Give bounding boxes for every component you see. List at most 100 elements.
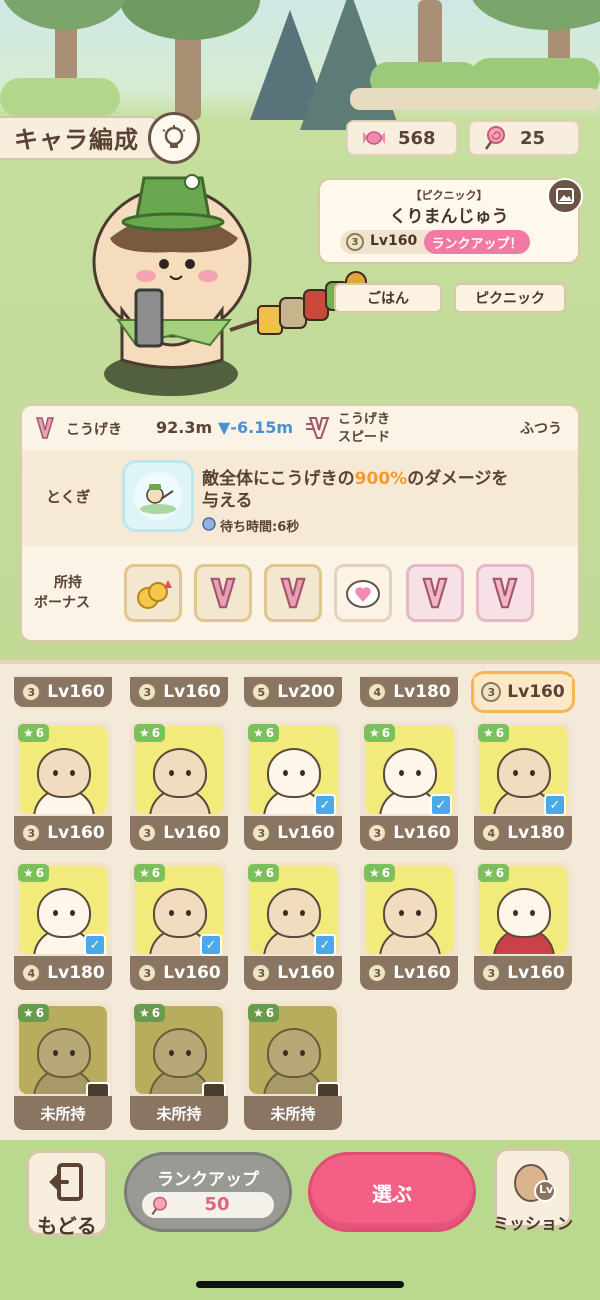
- bonus-attack-3[interactable]: [406, 564, 464, 622]
- checkmark-icon: ✓: [544, 794, 566, 816]
- character-card[interactable]: ★ 6 ✓ 4 Lv180: [14, 862, 112, 990]
- rank-badge: 3: [137, 963, 158, 983]
- card-level: Lv180: [47, 963, 105, 983]
- card-level: Lv180: [393, 682, 451, 702]
- back-label: もどる: [37, 1214, 97, 1238]
- star-icon: ★: [253, 726, 264, 740]
- character-card[interactable]: ★ 6 ✓ 3 Lv160: [360, 722, 458, 850]
- character-card[interactable]: 5 Lv200: [244, 674, 342, 710]
- star-rank: ★ 6: [248, 724, 280, 742]
- page-title: キャラ編成: [14, 126, 139, 154]
- star-rank: ★ 6: [364, 724, 396, 742]
- character-card[interactable]: 4 Lv180: [360, 674, 458, 710]
- skill-label: とくぎ: [46, 488, 91, 506]
- rank-badge: 3: [367, 823, 388, 843]
- card-status: 未所持: [40, 1104, 86, 1123]
- checkmark-icon: ✓: [314, 794, 336, 816]
- bonus-attack-1[interactable]: [194, 564, 252, 622]
- star-rank: ★ 6: [18, 864, 50, 882]
- character-card[interactable]: ★ 6 3 Lv160: [474, 862, 572, 990]
- bonus-heart[interactable]: [334, 564, 392, 622]
- rank-up-badge[interactable]: ランクアップ！: [424, 230, 530, 254]
- character-card[interactable]: 3 Lv160: [14, 674, 112, 710]
- photo-button[interactable]: [547, 178, 583, 214]
- bush: [0, 78, 120, 118]
- speed-icon: [306, 417, 330, 439]
- bonus-label-line1: 所持: [54, 575, 82, 591]
- card-level: Lv160: [47, 682, 105, 702]
- star-rank: ★ 6: [134, 724, 166, 742]
- character-card-locked[interactable]: ★ 6 未所持: [244, 1002, 342, 1130]
- card-level: Lv160: [507, 682, 565, 702]
- hint-button[interactable]: [148, 112, 200, 164]
- attack-bonus-icon: [422, 577, 448, 609]
- speed-label-line2: スピード: [338, 430, 391, 445]
- star-icon: ★: [23, 726, 34, 740]
- tag-gohan: ごはん: [334, 283, 442, 313]
- star-rank: ★ 6: [18, 724, 50, 742]
- lightbulb-icon: [162, 125, 186, 148]
- attack-label: こうげき: [66, 422, 122, 438]
- checkmark-icon: ✓: [314, 934, 336, 956]
- star-rank: ★ 6: [248, 1004, 280, 1022]
- tag-picnic: ピクニック: [454, 283, 566, 313]
- character-card-locked[interactable]: ★ 6 未所持: [130, 1002, 228, 1130]
- star-icon: ★: [139, 726, 150, 740]
- character-card[interactable]: ★ 6 3 Lv160: [14, 722, 112, 850]
- skill-illustration-icon: [134, 472, 182, 520]
- star-icon: ★: [139, 866, 150, 880]
- bonus-coin-up[interactable]: [124, 564, 182, 622]
- character-card[interactable]: ★ 6 ✓ 3 Lv160: [130, 862, 228, 990]
- lollipop-count: 25: [520, 127, 546, 149]
- attack-delta: ▼-6.15m: [218, 418, 294, 437]
- bonus-attack-2[interactable]: [264, 564, 322, 622]
- rank-badge: 3: [346, 233, 364, 251]
- star-icon: ★: [253, 1006, 264, 1020]
- candy-currency: 568: [346, 120, 458, 156]
- checkmark-icon: ✓: [430, 794, 452, 816]
- rank-badge: 4: [481, 823, 502, 843]
- hourglass-icon: [202, 517, 216, 531]
- attack-value: 92.3m: [156, 418, 213, 437]
- rank-badge: 4: [367, 682, 388, 702]
- checkmark-icon: ✓: [200, 934, 222, 956]
- character-card[interactable]: ★ 6 ✓ 3 Lv160: [244, 862, 342, 990]
- coin-up-icon: [137, 580, 172, 609]
- attack-bonus-icon: [492, 577, 518, 609]
- speed-value: ふつう: [520, 421, 562, 437]
- rank-badge: 3: [481, 963, 502, 983]
- mission-label: ミッション: [492, 1214, 573, 1233]
- rank-badge: 4: [21, 963, 42, 983]
- character-card[interactable]: ★ 6 ✓ 3 Lv160: [244, 722, 342, 850]
- stone-wall: [350, 88, 600, 110]
- star-icon: ★: [253, 866, 264, 880]
- rank-badge: 3: [251, 963, 272, 983]
- character-card-locked[interactable]: ★ 6 未所持: [14, 1002, 112, 1130]
- rank-badge: 3: [137, 682, 158, 702]
- card-level: Lv160: [393, 823, 451, 843]
- skill-icon: [122, 460, 194, 532]
- rank-badge: 3: [251, 823, 272, 843]
- character-roster[interactable]: 3 Lv160 3 Lv160 5 Lv200 4 Lv180 3 Lv160 ★ 6 3L…: [0, 660, 600, 1140]
- heart-icon: [346, 580, 380, 608]
- character-card-selected[interactable]: 3 Lv160: [474, 674, 572, 710]
- attack-icon: [35, 417, 55, 439]
- rank-up-cost: 50: [204, 1194, 230, 1215]
- character-card[interactable]: ★ 6 ✓ 4 Lv180: [474, 722, 572, 850]
- card-level: Lv160: [393, 963, 451, 983]
- bonus-attack-4[interactable]: [476, 564, 534, 622]
- tree-canopy: [0, 0, 130, 30]
- character-card[interactable]: ★ 6 3 Lv160: [360, 862, 458, 990]
- card-level: Lv180: [507, 823, 565, 843]
- character-name: くりまんじゅう: [389, 207, 509, 227]
- card-level: Lv160: [277, 823, 335, 843]
- star-icon: ★: [369, 726, 380, 740]
- card-status: 未所持: [270, 1104, 316, 1123]
- star-rank: ★ 6: [18, 1004, 50, 1022]
- character-card[interactable]: 3 Lv160: [130, 674, 228, 710]
- character-level: Lv160: [370, 233, 418, 249]
- character-card[interactable]: ★ 6 3 Lv160: [130, 722, 228, 850]
- rank-badge: 3: [21, 823, 42, 843]
- home-indicator[interactable]: [196, 1281, 404, 1288]
- card-level: Lv160: [163, 823, 221, 843]
